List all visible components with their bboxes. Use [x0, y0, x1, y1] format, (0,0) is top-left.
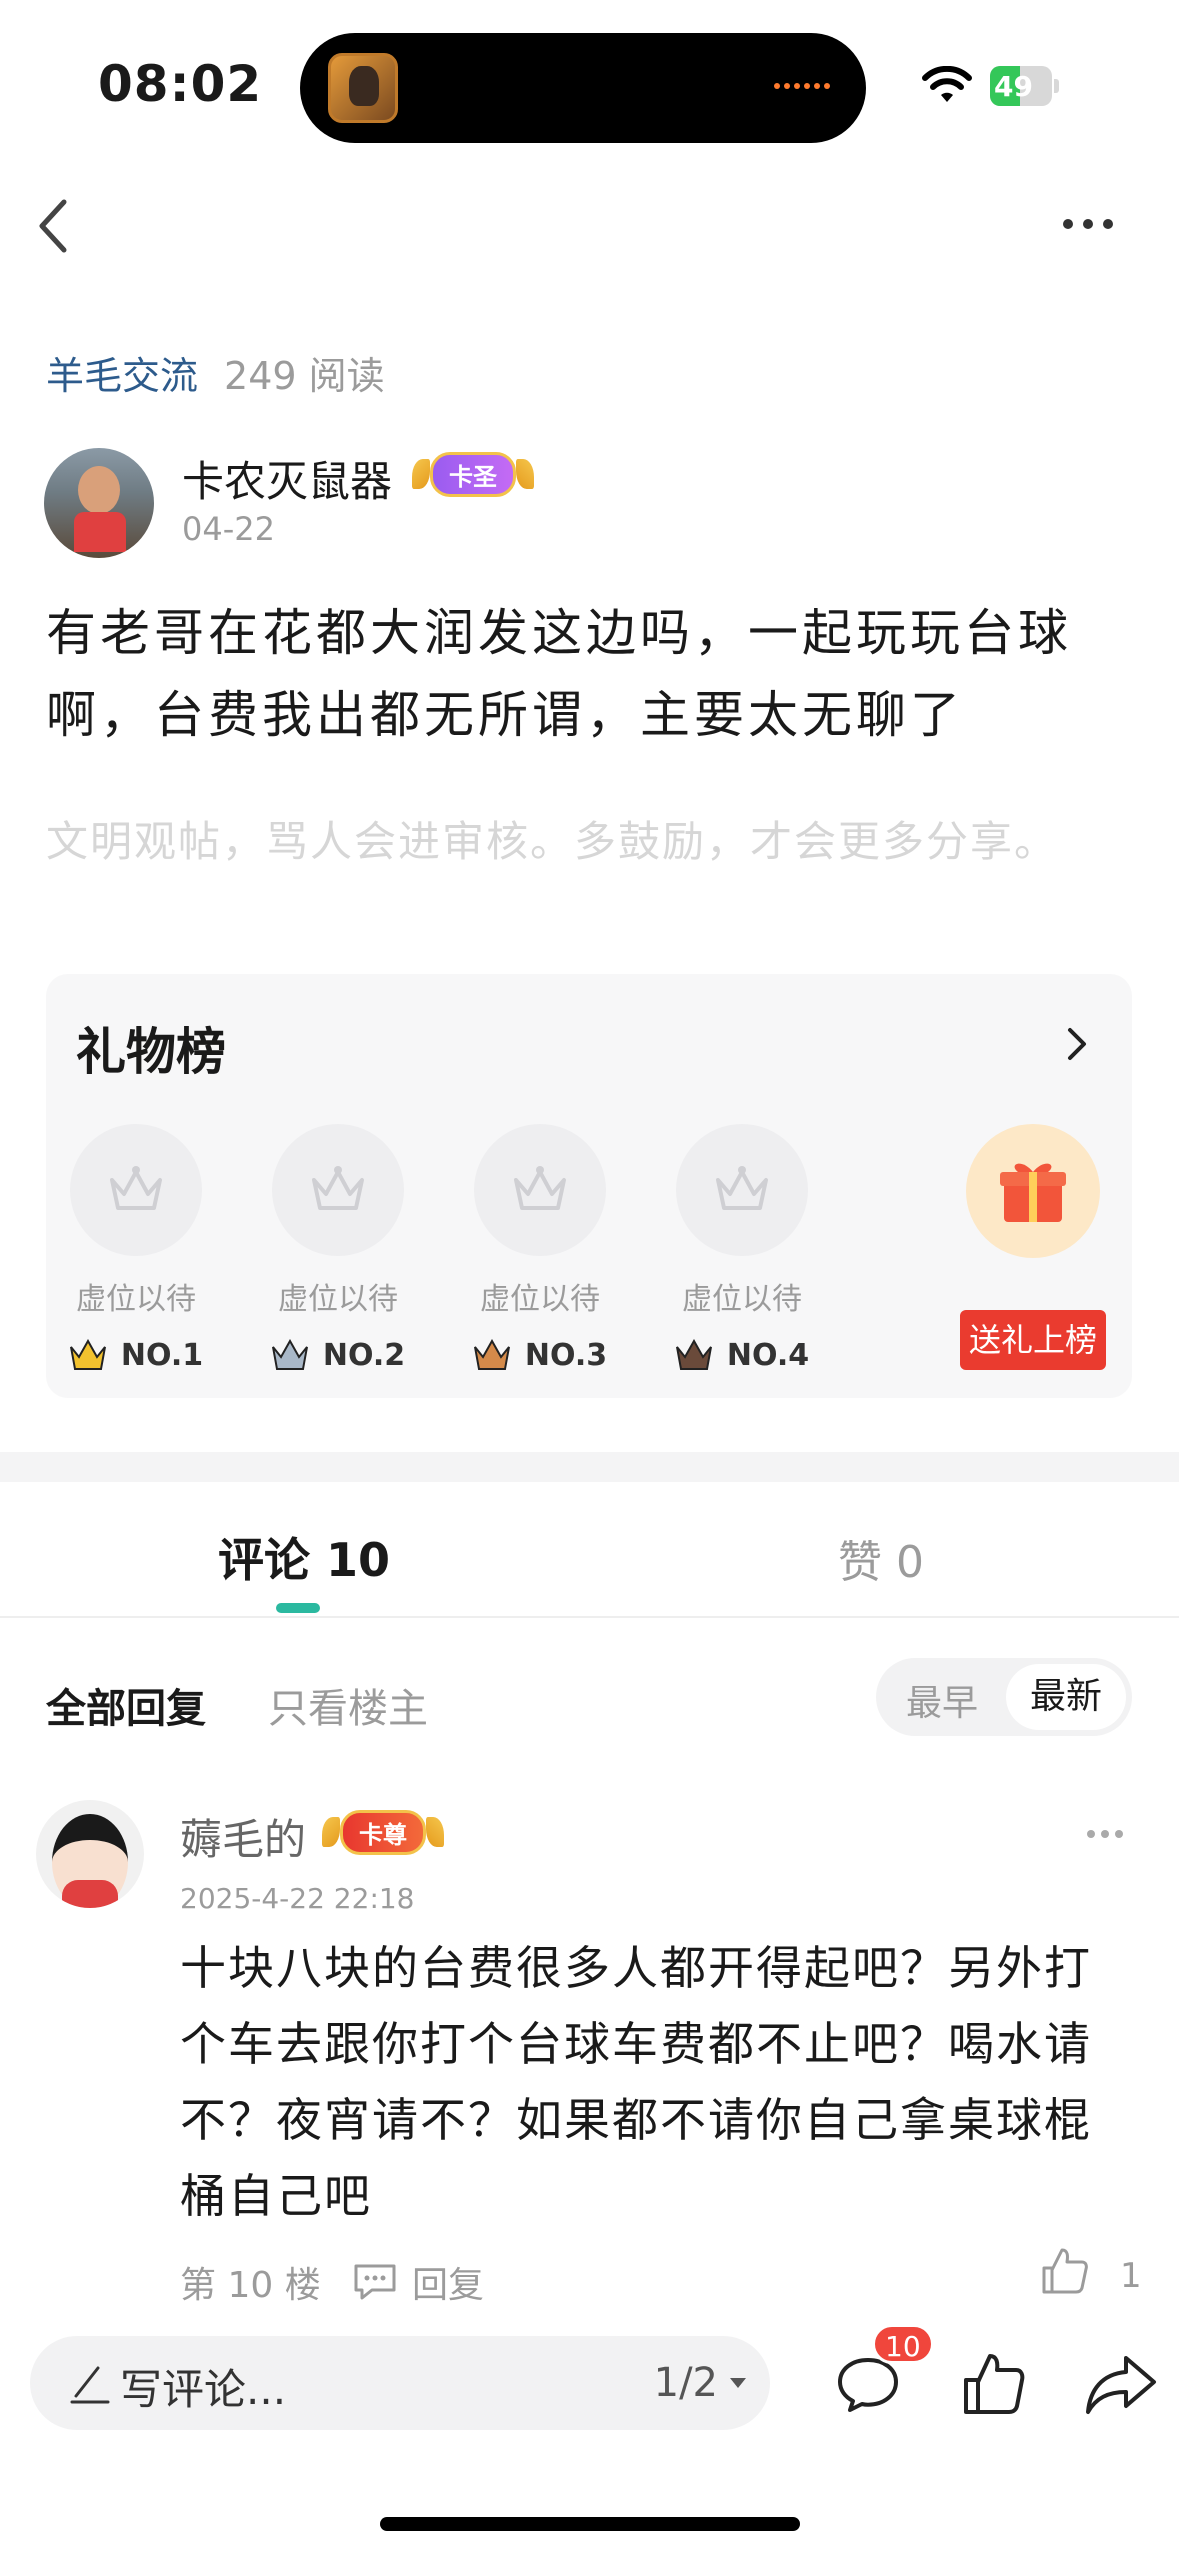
bronze-crown-icon	[473, 1338, 510, 1370]
post-content: 有老哥在花都大润发这边吗，一起玩玩台球啊，台费我出都无所谓，主要太无聊了	[46, 604, 1072, 744]
slot-rank-label: NO.2	[322, 1338, 406, 1373]
home-indicator[interactable]	[380, 2517, 800, 2531]
slot-rank-label: NO.4	[726, 1338, 810, 1373]
slot-label: 虚位以待	[278, 1282, 398, 1317]
page-label: 1/2	[653, 2360, 718, 2406]
page-selector[interactable]: 1/2	[654, 2360, 748, 2406]
slot-rank: NO.4	[652, 1338, 832, 1373]
comment-placeholder: 写评论...	[120, 2365, 287, 2414]
comment-input[interactable]: 写评论... 1/2	[30, 2336, 770, 2430]
silver-crown-icon	[271, 1338, 308, 1370]
commenter-level-badge: 卡尊	[322, 1809, 444, 1855]
read-count: 249 阅读	[224, 354, 385, 398]
battery-level: 49	[994, 70, 1033, 103]
post-author: 卡农灭鼠器 卡圣 04-22	[44, 448, 1144, 558]
slot-rank-label: NO.3	[524, 1338, 608, 1373]
reply-button[interactable]: 回复	[352, 2256, 484, 2308]
more-options-icon[interactable]	[1063, 216, 1113, 232]
author-badge-label: 卡圣	[430, 451, 516, 497]
tab-comments[interactable]: 评论 10	[218, 1524, 390, 1590]
back-icon[interactable]	[30, 196, 80, 256]
empty-slot-crown-icon	[474, 1124, 606, 1256]
share-icon[interactable]	[1084, 2352, 1158, 2416]
sort-newest[interactable]: 最新	[1006, 1664, 1126, 1730]
gift-slot-4[interactable]: 虚位以待 NO.4	[652, 1124, 832, 1373]
slot-rank: NO.3	[450, 1338, 630, 1373]
gift-box-icon[interactable]	[966, 1124, 1100, 1258]
post-date: 04-22	[182, 510, 275, 548]
sort-toggle: 最早 最新	[876, 1658, 1132, 1736]
live-activity-avatar	[328, 53, 398, 123]
slot-label: 虚位以待	[480, 1282, 600, 1317]
gift-slot-3[interactable]: 虚位以待 NO.3	[450, 1124, 630, 1373]
slot-label: 虚位以待	[76, 1282, 196, 1317]
commenter-avatar[interactable]	[36, 1800, 144, 1908]
gift-slot-1[interactable]: 虚位以待 NO.1	[46, 1124, 226, 1373]
chevron-right-icon[interactable]	[1062, 1024, 1092, 1064]
live-activity-indicator	[774, 83, 836, 93]
reply-label: 回复	[412, 2265, 485, 2306]
slot-label: 虚位以待	[682, 1282, 802, 1317]
empty-slot-crown-icon	[70, 1124, 202, 1256]
send-gift-button[interactable]: 送礼上榜	[960, 1310, 1106, 1370]
author-name[interactable]: 卡农灭鼠器	[182, 448, 392, 509]
comment-count-badge: 10	[872, 2324, 934, 2364]
active-tab-indicator	[276, 1603, 320, 1613]
comment-date: 2025-4-22 22:18	[180, 1882, 415, 1915]
comment-like-count: 1	[1120, 2256, 1142, 2296]
filter-op-only[interactable]: 只看楼主	[268, 1676, 428, 1734]
slot-rank: NO.2	[248, 1338, 428, 1373]
author-avatar[interactable]	[44, 448, 154, 558]
post-meta: 羊毛交流 249 阅读	[46, 345, 385, 400]
gift-slot-2[interactable]: 虚位以待 NO.2	[248, 1124, 428, 1373]
slot-rank-label: NO.1	[120, 1338, 204, 1373]
civil-notice: 文明观帖，骂人会进审核。多鼓励，才会更多分享。	[46, 817, 1059, 866]
forum-link[interactable]: 羊毛交流	[46, 354, 198, 398]
filter-all-replies[interactable]: 全部回复	[46, 1676, 206, 1734]
comment-like-icon[interactable]	[1040, 2246, 1090, 2296]
comment-text: 十块八块的台费很多人都开得起吧？另外打个车去跟你打个台球车费都不止吧？喝水请不？…	[180, 1941, 1092, 2223]
section-divider	[0, 1452, 1179, 1482]
battery-icon: 49	[990, 66, 1060, 106]
comment-floor: 第 10 楼	[180, 2265, 321, 2306]
status-bar: 08:02 49	[0, 0, 1179, 160]
wifi-icon	[922, 66, 972, 102]
top-nav	[0, 180, 1179, 270]
tab-divider	[0, 1616, 1179, 1618]
gold-crown-icon	[69, 1338, 106, 1370]
commenter-name[interactable]: 薅毛的	[180, 1806, 306, 1867]
reply-icon	[354, 2264, 396, 2300]
empty-slot-crown-icon	[676, 1124, 808, 1256]
sort-earliest[interactable]: 最早	[906, 1674, 978, 1726]
pen-icon	[70, 2366, 110, 2404]
commenter-badge-label: 卡尊	[340, 1809, 426, 1855]
caret-down-icon	[730, 2378, 746, 2388]
like-icon[interactable]	[960, 2350, 1028, 2418]
dynamic-island[interactable]	[300, 33, 866, 143]
gift-board: 礼物榜 虚位以待 NO.1 虚位以待 NO.2 虚位以待 NO.3 虚位以待 N…	[46, 974, 1132, 1398]
author-level-badge: 卡圣	[412, 451, 534, 497]
status-time: 08:02	[98, 55, 263, 113]
empty-slot-crown-icon	[272, 1124, 404, 1256]
slot-rank: NO.1	[46, 1338, 226, 1373]
tab-likes[interactable]: 赞 0	[838, 1526, 924, 1590]
dark-crown-icon	[675, 1338, 712, 1370]
gift-board-title: 礼物榜	[76, 1023, 226, 1081]
comment-more-icon[interactable]	[1087, 1830, 1123, 1840]
